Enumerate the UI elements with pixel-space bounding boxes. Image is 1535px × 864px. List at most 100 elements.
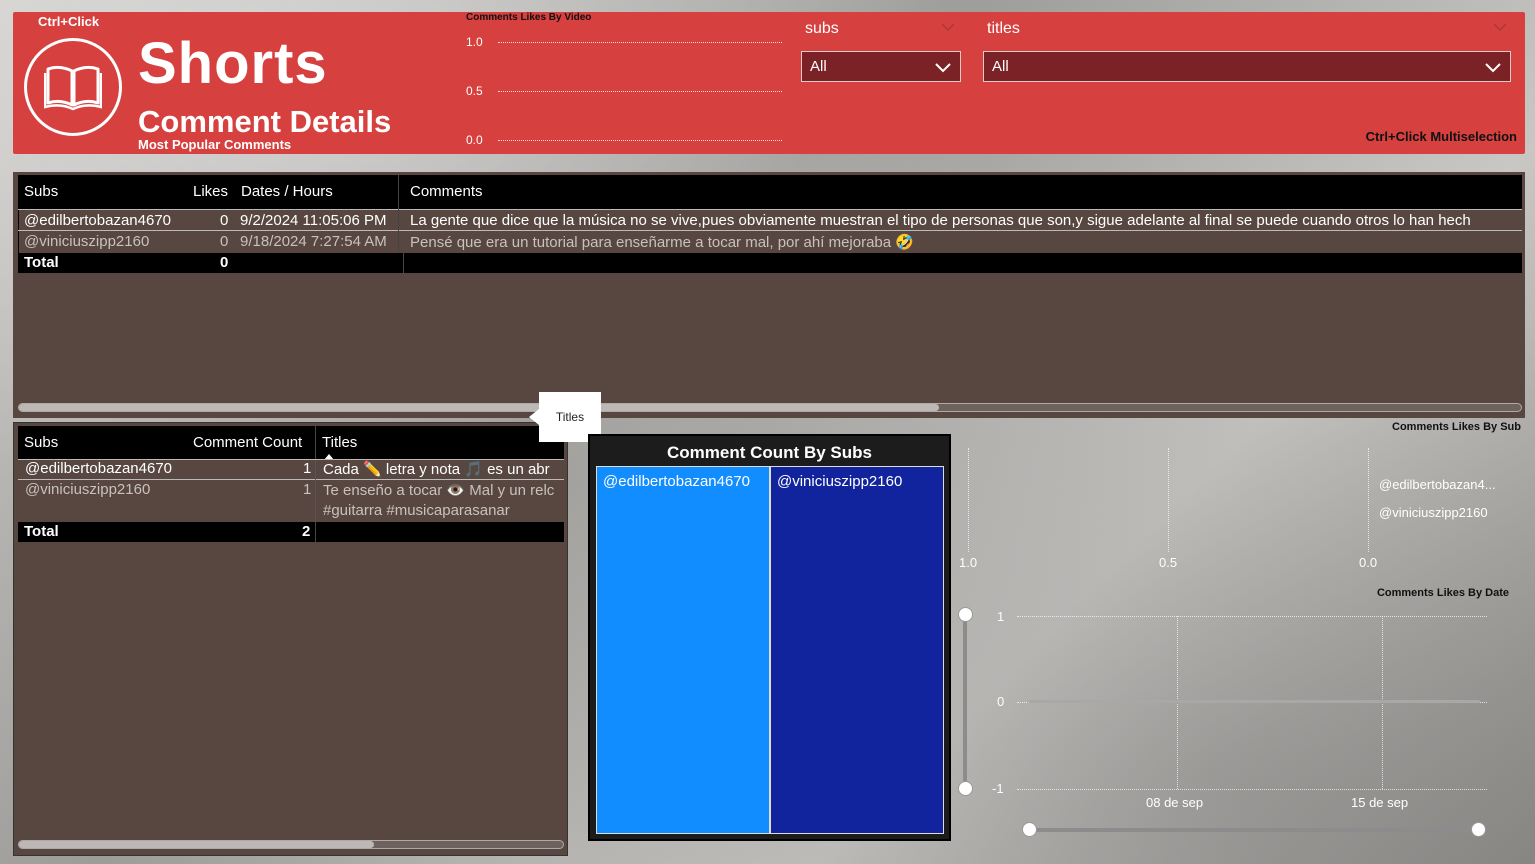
table-row-count: 1: [303, 481, 312, 498]
x-tick-label: 0.0: [1359, 555, 1378, 570]
divider: [18, 230, 1522, 231]
count-table-header: Subs Comment Count Titles: [18, 426, 564, 460]
table-row-date: 9/18/2024 7:27:54 AM: [240, 233, 387, 250]
total-row: Total 0: [18, 253, 1522, 273]
treemap-cell[interactable]: @edilbertobazan4670: [596, 466, 770, 834]
table-row-title: Te enseño a tocar 👁️ Mal y un relc: [323, 482, 555, 499]
subs-dropdown[interactable]: All: [801, 51, 961, 82]
slider-handle[interactable]: [958, 607, 973, 622]
chevron-down-icon[interactable]: [1493, 19, 1507, 35]
chevron-down-icon: [1484, 58, 1502, 80]
col-header-comment-count[interactable]: Comment Count: [193, 434, 302, 451]
divider: [18, 209, 1522, 210]
chevron-down-icon: [934, 58, 952, 80]
treemap-cell-label: @viniciuszipp2160: [777, 473, 903, 490]
chevron-down-icon[interactable]: [941, 19, 955, 35]
table-row-sub[interactable]: @edilbertobazan4670: [25, 460, 172, 477]
divider: [403, 253, 404, 273]
comments-table-header: Subs Likes Dates / Hours Comments: [18, 175, 1522, 209]
col-header-comments[interactable]: Comments: [410, 183, 483, 200]
titles-dropdown-value: All: [992, 58, 1009, 75]
divider: [398, 175, 399, 253]
legend-item: @viniciuszipp2160: [1379, 505, 1488, 520]
divider: [315, 426, 316, 460]
gridline: [1168, 448, 1169, 552]
page-tagline: Most Popular Comments: [138, 137, 292, 152]
book-icon: [24, 38, 122, 136]
col-header-likes[interactable]: Likes: [193, 183, 228, 200]
divider: [18, 479, 564, 480]
slider-handle[interactable]: [1022, 822, 1037, 837]
x-tick-label: 08 de sep: [1146, 795, 1204, 810]
likes-by-date-title: Comments Likes By Date: [1376, 587, 1509, 599]
x-tick-label: 15 de sep: [1351, 795, 1409, 810]
likes-by-date-chart[interactable]: Comments Likes By Date 1 0 -1 08 de sep …: [955, 584, 1527, 844]
page-title: Shorts: [138, 31, 328, 96]
slider-handle[interactable]: [958, 781, 973, 796]
subs-slicer-label: subs: [805, 20, 839, 37]
y-tick-label: 1: [997, 609, 1005, 624]
treemap-cell-label: @edilbertobazan4670: [603, 473, 751, 490]
total-likes: 0: [220, 254, 229, 271]
likes-by-video-chart[interactable]: Comments Likes By Video 1.0 0.5 0.0: [466, 12, 796, 152]
table-row-comment: La gente que dice que la música no se vi…: [410, 212, 1471, 229]
gridline: [498, 91, 782, 92]
y-range-slider[interactable]: [963, 616, 967, 788]
multiselection-hint: Ctrl+Click Multiselection: [1365, 129, 1517, 144]
total-label: Total: [24, 523, 59, 540]
table-row-date: 9/2/2024 11:05:06 PM: [240, 212, 387, 229]
treemap-cell[interactable]: @viniciuszipp2160: [770, 466, 944, 834]
table-row-sub[interactable]: @viniciuszipp2160: [25, 481, 150, 498]
col-header-dates[interactable]: Dates / Hours: [241, 183, 333, 200]
x-tick-label: 0.5: [1159, 555, 1178, 570]
col-header-subs[interactable]: Subs: [24, 434, 58, 451]
table-row-title-cont: #guitarra #musicaparasanar: [323, 502, 510, 519]
header-banner: Ctrl+Click Shorts Comment Details Most P…: [13, 12, 1525, 154]
table-row-comment: Pensé que era un tutorial para enseñarme…: [410, 234, 914, 251]
horizontal-scrollbar[interactable]: [18, 840, 564, 849]
table-row-sub[interactable]: @viniciuszipp2160: [24, 233, 149, 250]
divider: [315, 460, 316, 522]
table-row-count: 1: [303, 460, 312, 477]
divider: [315, 522, 316, 542]
y-tick-label: 0.0: [466, 133, 483, 147]
x-tick-label: 1.0: [959, 555, 978, 570]
treemap-title: Comment Count By Subs: [667, 443, 872, 462]
scrollbar-thumb[interactable]: [19, 841, 374, 848]
y-tick-label: 0.5: [466, 84, 483, 98]
count-table-panel: Subs Comment Count Titles @edilbertobaza…: [13, 422, 568, 856]
titles-dropdown[interactable]: All: [983, 51, 1511, 82]
slider-handle[interactable]: [1471, 822, 1486, 837]
x-range-slider[interactable]: [1029, 828, 1479, 832]
table-row-likes: 0: [220, 212, 229, 229]
table-row-sub[interactable]: @edilbertobazan4670: [24, 212, 171, 229]
scrollbar-thumb[interactable]: [19, 404, 939, 411]
gridline: [1017, 789, 1487, 790]
page-subtitle: Comment Details: [138, 104, 392, 139]
likes-by-video-title: Comments Likes By Video: [466, 12, 592, 23]
subs-dropdown-value: All: [810, 58, 827, 75]
total-label: Total: [24, 254, 59, 271]
total-row: Total 2: [18, 522, 564, 542]
titles-slicer-label: titles: [987, 20, 1020, 37]
y-tick-label: 0: [997, 694, 1005, 709]
likes-by-sub-title: Comments Likes By Sub: [1392, 421, 1521, 433]
y-tick-label: 1.0: [466, 35, 483, 49]
likes-by-sub-chart[interactable]: Comments Likes By Sub @edilbertobazan4..…: [955, 418, 1527, 578]
table-row-title: Cada ✏️ letra y nota 🎵 es un abr: [323, 461, 550, 478]
gridline: [1017, 616, 1487, 617]
y-tick-label: -1: [992, 781, 1004, 796]
comment-count-treemap[interactable]: Comment Count By Subs @edilbertobazan467…: [588, 434, 951, 841]
horizontal-scrollbar[interactable]: [18, 403, 1522, 412]
table-row-likes: 0: [220, 233, 229, 250]
ctrl-click-hint: Ctrl+Click: [38, 14, 100, 29]
series-line[interactable]: [1028, 700, 1480, 703]
col-header-subs[interactable]: Subs: [24, 183, 58, 200]
total-count: 2: [302, 523, 311, 540]
gridline: [498, 42, 782, 43]
gridline: [498, 140, 782, 141]
legend-item: @edilbertobazan4...: [1379, 477, 1496, 492]
gridline: [968, 448, 969, 552]
comments-table-panel: Subs Likes Dates / Hours Comments @edilb…: [13, 172, 1525, 418]
gridline: [1368, 448, 1369, 552]
